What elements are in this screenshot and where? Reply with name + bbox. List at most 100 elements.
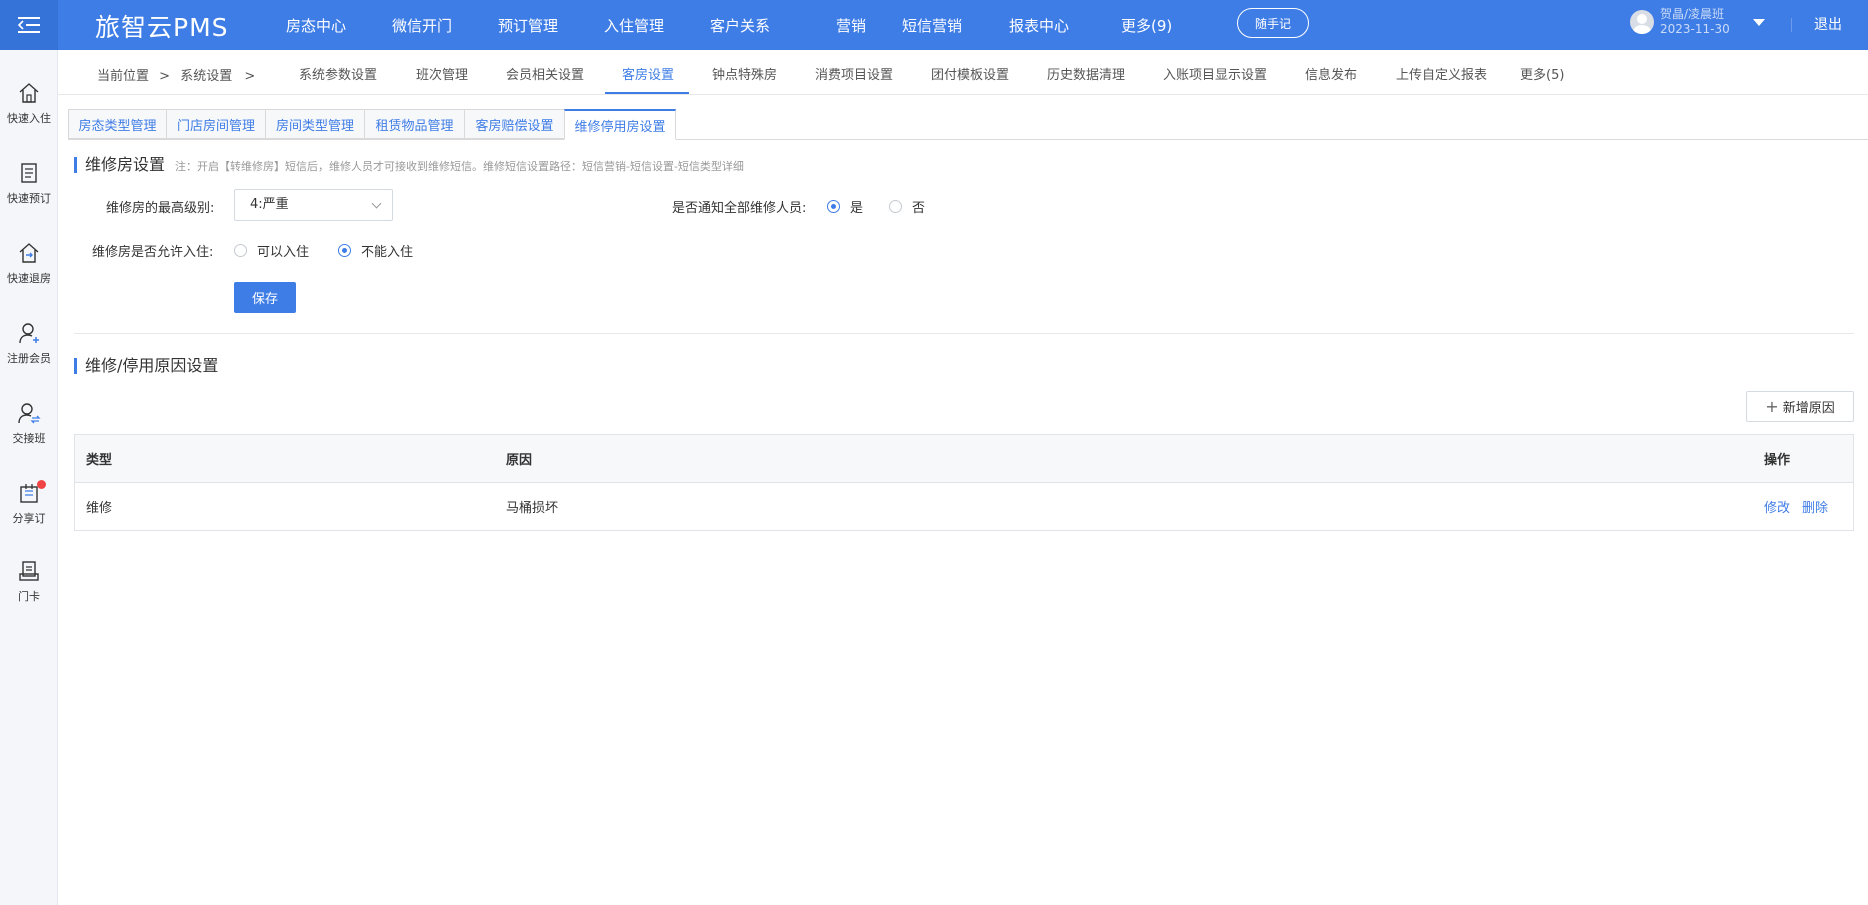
max-level-label: 维修房的最高级别: xyxy=(106,201,215,216)
sidebar-item-label: 快速退房 xyxy=(7,272,51,285)
sidebar-item-register-member[interactable]: 注册会员 xyxy=(0,320,58,366)
subnav-more[interactable]: 更多(5) xyxy=(1520,64,1564,83)
radio-unchecked-icon xyxy=(234,244,247,257)
sidebar-item-label: 门卡 xyxy=(18,590,40,603)
subnav-room-settings[interactable]: 客房设置 xyxy=(622,64,674,83)
app-logo: 旅智云PMS xyxy=(95,13,229,42)
user-menu[interactable]: 贺晶/凌晨班 2023-11-30 xyxy=(1630,7,1730,37)
logout-link[interactable]: 退出 xyxy=(1814,14,1842,34)
top-nav: 房态中心 微信开门 预订管理 入住管理 客户关系 营销 短信营销 报表中心 更多… xyxy=(286,0,1201,50)
column-header-reason: 原因 xyxy=(506,453,533,468)
breadcrumb-separator: > xyxy=(159,69,171,84)
sidebar: 快速入住 快速预订 快速退房 注册会员 交接班 分享订 门卡 xyxy=(0,50,58,905)
tab-rental-items[interactable]: 租赁物品管理 xyxy=(364,109,464,139)
max-level-select[interactable]: 4:严重 xyxy=(234,189,393,221)
sub-nav-bar: 当前位置 > 系统设置 > 系统参数设置 班次管理 会员相关设置 客房设置 钟点… xyxy=(58,50,1868,95)
sidebar-item-door-card[interactable]: 门卡 xyxy=(0,558,58,604)
notify-yes-label: 是 xyxy=(850,201,864,216)
nav-sms-marketing[interactable]: 短信营销 xyxy=(902,15,1009,36)
subnav-hourly-room[interactable]: 钟点特殊房 xyxy=(712,64,777,83)
cell-type: 维修 xyxy=(86,501,113,516)
deny-checkin-radio[interactable]: 不能入住 xyxy=(338,241,413,260)
sidebar-item-quick-checkin[interactable]: 快速入住 xyxy=(0,80,58,126)
tab-bar: 房态类型管理 门店房间管理 房间类型管理 租赁物品管理 客房赔偿设置 维修停用房… xyxy=(68,109,676,140)
breadcrumb-system-settings[interactable]: 系统设置 xyxy=(180,69,232,84)
subnav-upload-report[interactable]: 上传自定义报表 xyxy=(1396,64,1487,83)
notify-no-radio[interactable]: 否 xyxy=(889,197,925,216)
user-name: 贺晶/凌晨班 xyxy=(1660,7,1725,21)
nav-marketing[interactable]: 营销 xyxy=(816,15,902,36)
subnav-history-cleanup[interactable]: 历史数据清理 xyxy=(1047,64,1125,83)
subnav-member-settings[interactable]: 会员相关设置 xyxy=(506,64,584,83)
active-underline xyxy=(605,92,689,94)
avatar xyxy=(1630,10,1654,34)
user-add-icon xyxy=(19,323,39,344)
sidebar-item-label: 快速入住 xyxy=(7,112,51,125)
nav-reservation[interactable]: 预订管理 xyxy=(498,15,604,36)
table-header: 类型 原因 操作 xyxy=(75,435,1853,483)
subnav-shift-management[interactable]: 班次管理 xyxy=(416,64,468,83)
edit-link[interactable]: 修改 xyxy=(1764,497,1790,516)
section-divider xyxy=(74,333,1854,334)
document-icon xyxy=(21,163,37,183)
nav-wechat-door[interactable]: 微信开门 xyxy=(392,15,498,36)
sidebar-item-share-booking[interactable]: 分享订 xyxy=(0,480,58,526)
radio-unchecked-icon xyxy=(889,200,902,213)
user-swap-icon xyxy=(18,403,41,424)
tab-room-type[interactable]: 房间类型管理 xyxy=(265,109,364,139)
deny-checkin-option-label: 不能入住 xyxy=(361,245,414,260)
column-header-type: 类型 xyxy=(86,453,113,468)
radio-checked-icon xyxy=(338,244,351,257)
nav-checkin[interactable]: 入住管理 xyxy=(604,15,710,36)
chevron-down-icon xyxy=(371,198,382,209)
section-title-reasons: 维修/停用原因设置 xyxy=(74,358,218,374)
section-title-maintenance: 维修房设置 xyxy=(74,157,165,173)
menu-collapse-icon xyxy=(18,17,40,33)
tab-room-status-type[interactable]: 房态类型管理 xyxy=(68,109,166,139)
add-reason-button[interactable]: + 新增原因 xyxy=(1746,391,1854,422)
nav-more[interactable]: 更多(9) xyxy=(1121,15,1201,36)
sidebar-item-label: 快速预订 xyxy=(7,192,51,205)
reasons-table: 类型 原因 操作 维修 马桶损坏 修改 删除 xyxy=(74,434,1854,531)
caret-down-icon[interactable] xyxy=(1753,19,1765,26)
nav-reports[interactable]: 报表中心 xyxy=(1009,15,1121,36)
top-bar: 旅智云PMS 房态中心 微信开门 预订管理 入住管理 客户关系 营销 短信营销 … xyxy=(0,0,1868,50)
nav-room-status[interactable]: 房态中心 xyxy=(286,15,392,36)
subnav-posting-display[interactable]: 入账项目显示设置 xyxy=(1163,64,1267,83)
breadcrumb-current: 当前位置 xyxy=(97,69,150,84)
save-button[interactable]: 保存 xyxy=(234,282,296,313)
tab-maintenance-rooms[interactable]: 维修停用房设置 xyxy=(564,109,676,140)
memo-button[interactable]: 随手记 xyxy=(1237,8,1309,38)
allow-checkin-option-label: 可以入住 xyxy=(257,245,310,260)
delete-link[interactable]: 删除 xyxy=(1802,497,1828,516)
sidebar-item-label: 交接班 xyxy=(12,432,46,445)
sidebar-item-quick-checkout[interactable]: 快速退房 xyxy=(0,240,58,286)
allow-checkin-radio[interactable]: 可以入住 xyxy=(234,241,309,260)
radio-checked-icon xyxy=(827,200,840,213)
notify-all-label: 是否通知全部维修人员: xyxy=(672,201,807,216)
divider xyxy=(1791,18,1792,32)
subnav-info-publish[interactable]: 信息发布 xyxy=(1305,64,1357,83)
tab-store-rooms[interactable]: 门店房间管理 xyxy=(166,109,265,139)
notification-badge xyxy=(37,480,46,489)
sms-note: 注：开启【转维修房】短信后，维修人员才可接收到维修短信。维修短信设置路径：短信营… xyxy=(175,160,744,173)
column-header-action: 操作 xyxy=(1764,453,1791,468)
menu-toggle-button[interactable] xyxy=(0,0,58,50)
sidebar-item-shift-handover[interactable]: 交接班 xyxy=(0,400,58,446)
allow-checkin-label: 维修房是否允许入住: xyxy=(92,245,214,260)
table-row: 维修 马桶损坏 修改 删除 xyxy=(75,483,1853,530)
cell-reason: 马桶损坏 xyxy=(506,501,559,516)
notify-yes-radio[interactable]: 是 xyxy=(827,197,863,216)
tab-room-compensation[interactable]: 客房赔偿设置 xyxy=(464,109,564,139)
nav-customer[interactable]: 客户关系 xyxy=(710,15,816,36)
cell-actions: 修改 删除 xyxy=(1764,483,1840,530)
user-info: 贺晶/凌晨班 2023-11-30 xyxy=(1660,7,1730,37)
subnav-group-payment-template[interactable]: 团付模板设置 xyxy=(931,64,1009,83)
notify-no-label: 否 xyxy=(912,201,926,216)
sidebar-item-label: 分享订 xyxy=(12,512,46,525)
sidebar-item-quick-booking[interactable]: 快速预订 xyxy=(0,160,58,206)
card-icon xyxy=(19,561,39,581)
subnav-system-params[interactable]: 系统参数设置 xyxy=(299,64,377,83)
checkout-icon xyxy=(19,243,39,263)
subnav-consumption-items[interactable]: 消费项目设置 xyxy=(815,64,893,83)
